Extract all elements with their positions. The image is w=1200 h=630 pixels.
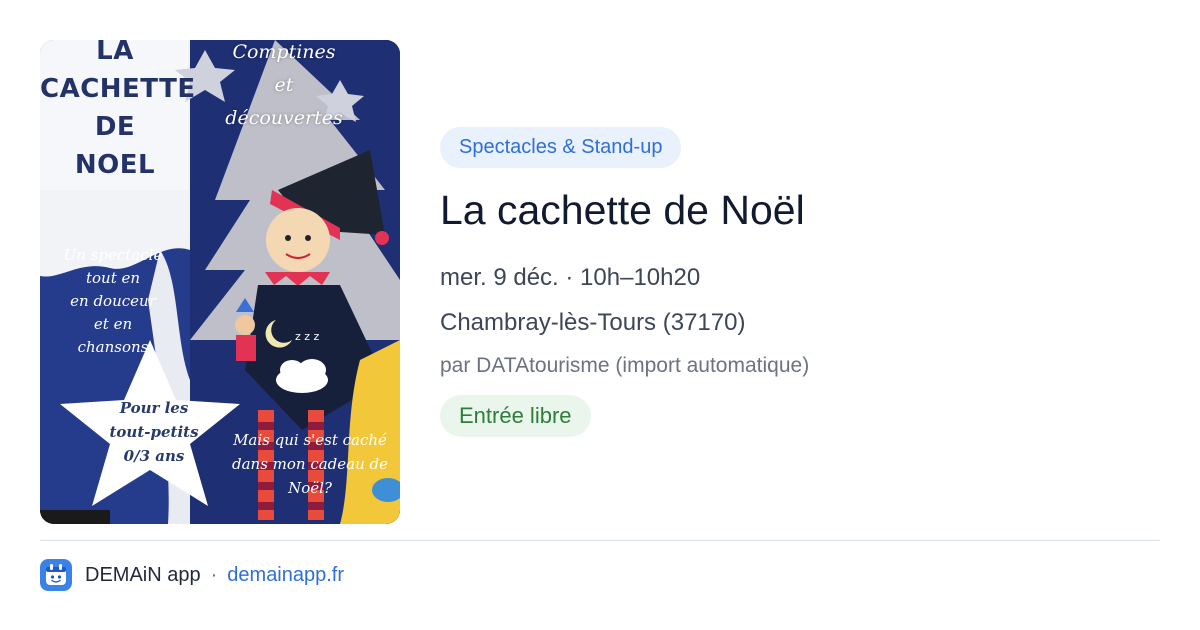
footer: DEMAiN app · demainapp.fr xyxy=(40,558,344,592)
event-location: Chambray-lès-Tours (37170) xyxy=(440,309,746,336)
demain-app-icon xyxy=(40,559,72,591)
price-badge: Entrée libre xyxy=(440,395,591,437)
poster-top-text: Comptines et découvertes xyxy=(225,41,343,129)
poster-star-text: Pour les tout-petits 0/3 ans xyxy=(109,399,199,465)
svg-text:z z z: z z z xyxy=(295,330,320,343)
event-source: par DATAtourisme (import automatique) xyxy=(440,354,810,377)
poster-title-text: LA CACHETTE DE NOEL xyxy=(40,40,196,180)
footer-divider xyxy=(40,540,1160,541)
category-badge[interactable]: Spectacles & Stand-up xyxy=(440,127,682,168)
poster-tagline-text: Un spectacle tout en en douceur et en ch… xyxy=(63,246,163,356)
event-title: La cachette de Noël xyxy=(440,187,805,233)
app-name: DEMAiN app xyxy=(85,563,201,586)
event-poster-image: z z z LA CACHETTE DE NOEL Comptines et d… xyxy=(40,40,400,524)
footer-separator: · xyxy=(210,563,218,586)
app-website-link[interactable]: demainapp.fr xyxy=(227,564,344,587)
poster-question-text: Mais qui s'est caché dans mon cadeau de … xyxy=(231,431,389,497)
event-datetime: mer. 9 déc. · 10h–10h20 xyxy=(440,264,701,291)
